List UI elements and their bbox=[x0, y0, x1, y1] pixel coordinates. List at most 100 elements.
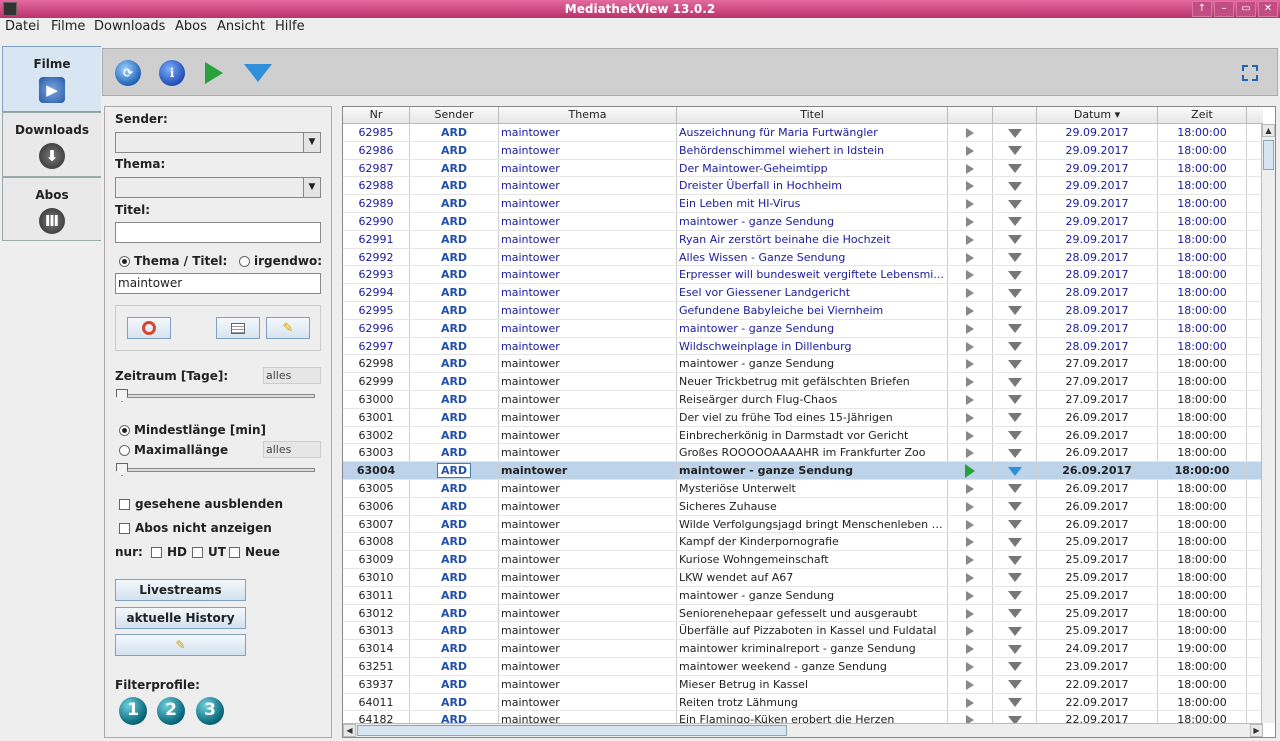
table-row[interactable]: 62985 ARD maintower Auszeichnung für Maria … bbox=[343, 124, 1263, 142]
livestreams-button[interactable]: Livestreams bbox=[115, 579, 246, 601]
cell-download[interactable] bbox=[993, 657, 1037, 675]
ut-checkbox[interactable]: UT bbox=[192, 545, 226, 559]
menu-filme[interactable]: Filme bbox=[51, 19, 85, 34]
table-row[interactable]: 63251 ARD maintower maintower weekend - gan… bbox=[343, 657, 1263, 676]
menu-hilfe[interactable]: Hilfe bbox=[275, 19, 305, 34]
table-row[interactable]: 62994 ARD maintower Esel vor Giessener Land… bbox=[343, 284, 1263, 302]
column-zeit[interactable]: Zeit bbox=[1158, 107, 1247, 123]
cell-download[interactable] bbox=[993, 462, 1037, 479]
scrollbar-thumb[interactable] bbox=[357, 725, 787, 736]
cell-download[interactable] bbox=[993, 497, 1037, 515]
table-row[interactable]: 62991 ARD maintower Ryan Air zerstört beina… bbox=[343, 230, 1263, 249]
cell-play[interactable] bbox=[948, 266, 993, 284]
cell-play[interactable] bbox=[948, 301, 993, 319]
cell-download[interactable] bbox=[993, 177, 1037, 195]
cell-download[interactable] bbox=[993, 604, 1037, 622]
slider-thumb[interactable] bbox=[116, 463, 128, 476]
window-up-button[interactable]: ↑ bbox=[1192, 1, 1212, 17]
window-close-button[interactable]: ✕ bbox=[1258, 1, 1278, 17]
cell-play[interactable] bbox=[948, 212, 993, 230]
cell-play[interactable] bbox=[948, 284, 993, 301]
thema-select[interactable]: ▼ bbox=[115, 177, 321, 198]
cell-download[interactable] bbox=[993, 248, 1037, 266]
table-row[interactable]: 62992 ARD maintower Alles Wissen - Ganze Se… bbox=[343, 248, 1263, 267]
cell-play[interactable] bbox=[948, 141, 993, 159]
download-button[interactable] bbox=[243, 59, 273, 87]
column-thema[interactable]: Thema bbox=[499, 107, 677, 123]
cell-play[interactable] bbox=[948, 622, 993, 640]
filterprofile-3-button[interactable]: 3 bbox=[196, 697, 224, 725]
column-nr[interactable]: Nr bbox=[343, 107, 410, 123]
cell-play[interactable] bbox=[948, 159, 993, 177]
reset-filter-button[interactable] bbox=[127, 317, 171, 339]
cell-play[interactable] bbox=[948, 479, 993, 497]
neue-checkbox[interactable]: Neue bbox=[229, 545, 280, 559]
tab-abos[interactable]: Abos Ⅲ bbox=[2, 177, 101, 241]
cell-download[interactable] bbox=[993, 408, 1037, 426]
cell-play[interactable] bbox=[948, 248, 993, 266]
cell-download[interactable] bbox=[993, 551, 1037, 568]
cell-play[interactable] bbox=[948, 355, 993, 373]
column-datum[interactable]: Datum ▾ bbox=[1037, 107, 1158, 123]
table-row[interactable]: 62987 ARD maintower Der Maintower-Geheimtip… bbox=[343, 159, 1263, 178]
table-row[interactable]: 63010 ARD maintower LKW wendet auf A67 25.09… bbox=[343, 568, 1263, 587]
cell-download[interactable] bbox=[993, 284, 1037, 301]
cell-download[interactable] bbox=[993, 444, 1037, 462]
column-download[interactable] bbox=[993, 107, 1037, 123]
cell-play[interactable] bbox=[948, 568, 993, 586]
cell-play[interactable] bbox=[948, 497, 993, 515]
column-titel[interactable]: Titel bbox=[677, 107, 948, 123]
cell-play[interactable] bbox=[948, 195, 993, 212]
radio-irgendwo[interactable]: irgendwo: bbox=[239, 254, 322, 268]
cell-play[interactable] bbox=[948, 124, 993, 141]
cell-download[interactable] bbox=[993, 479, 1037, 497]
search-input[interactable]: maintower bbox=[115, 273, 321, 294]
abos-nicht-anzeigen-checkbox[interactable]: Abos nicht anzeigen bbox=[119, 521, 272, 535]
clear-history-button[interactable]: ✎ bbox=[115, 634, 246, 656]
cell-download[interactable] bbox=[993, 533, 1037, 551]
table-row[interactable]: 63014 ARD maintower maintower kriminalrepor… bbox=[343, 640, 1263, 658]
cell-download[interactable] bbox=[993, 124, 1037, 141]
table-row[interactable]: 62995 ARD maintower Gefundene Babyleiche be… bbox=[343, 301, 1263, 320]
fullscreen-button[interactable] bbox=[1235, 59, 1265, 87]
menu-abos[interactable]: Abos bbox=[175, 19, 207, 34]
table-row[interactable]: 63007 ARD maintower Wilde Verfolgungsjagd b… bbox=[343, 515, 1263, 534]
cell-play[interactable] bbox=[948, 408, 993, 426]
cell-download[interactable] bbox=[993, 337, 1037, 355]
cell-play[interactable] bbox=[948, 462, 993, 479]
info-button[interactable]: i bbox=[157, 59, 187, 87]
cell-download[interactable] bbox=[993, 390, 1037, 408]
slider-thumb[interactable] bbox=[116, 389, 128, 402]
table-row[interactable]: 63006 ARD maintower Sicheres Zuhause 26.09.2… bbox=[343, 497, 1263, 516]
clear-filter-button[interactable]: ✎ bbox=[266, 317, 310, 339]
cell-download[interactable] bbox=[993, 195, 1037, 212]
cell-download[interactable] bbox=[993, 515, 1037, 533]
sender-select[interactable]: ▼ bbox=[115, 132, 321, 153]
window-minimize-button[interactable]: – bbox=[1214, 1, 1234, 17]
radio-thema-titel[interactable]: Thema / Titel: bbox=[119, 254, 227, 268]
cell-download[interactable] bbox=[993, 266, 1037, 284]
cell-download[interactable] bbox=[993, 622, 1037, 640]
cell-download[interactable] bbox=[993, 141, 1037, 159]
cell-download[interactable] bbox=[993, 301, 1037, 319]
menu-ansicht[interactable]: Ansicht bbox=[217, 19, 265, 34]
cell-play[interactable] bbox=[948, 657, 993, 675]
table-row[interactable]: 62986 ARD maintower Behördenschimmel wieher… bbox=[343, 141, 1263, 160]
cell-play[interactable] bbox=[948, 426, 993, 444]
cell-play[interactable] bbox=[948, 177, 993, 195]
table-row[interactable]: 63003 ARD maintower Großes ROOOOOAAAAHR im … bbox=[343, 444, 1263, 463]
cell-play[interactable] bbox=[948, 604, 993, 622]
table-row[interactable]: 62999 ARD maintower Neuer Trickbetrug mit g… bbox=[343, 373, 1263, 391]
cell-play[interactable] bbox=[948, 319, 993, 337]
cell-play[interactable] bbox=[948, 390, 993, 408]
table-row[interactable]: 62998 ARD maintower maintower - ganze Sendu… bbox=[343, 355, 1263, 374]
cell-play[interactable] bbox=[948, 551, 993, 568]
cell-download[interactable] bbox=[993, 159, 1037, 177]
aktuelle-history-button[interactable]: aktuelle History bbox=[115, 607, 246, 629]
horizontal-scrollbar[interactable]: ◀ ▶ bbox=[343, 723, 1263, 737]
table-row[interactable]: 64011 ARD maintower Reiten trotz Lähmung 22.… bbox=[343, 693, 1263, 712]
table-row[interactable]: 63008 ARD maintower Kampf der Kinderpornogr… bbox=[343, 533, 1263, 552]
table-row[interactable]: 62988 ARD maintower Dreister Überfall in Ho… bbox=[343, 177, 1263, 196]
radio-mindestlaenge[interactable]: Mindestlänge [min] bbox=[119, 423, 266, 437]
cell-play[interactable] bbox=[948, 515, 993, 533]
